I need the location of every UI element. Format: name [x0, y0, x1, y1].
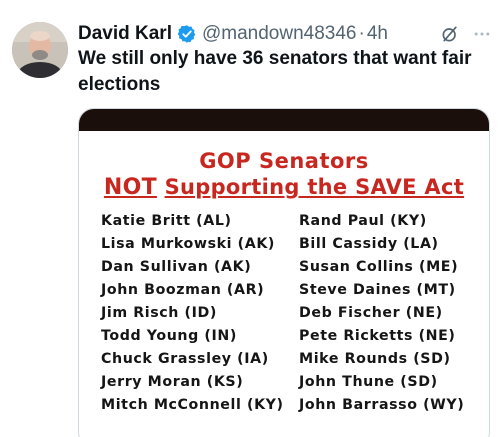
senator-name: John Barrasso (WY) [299, 397, 465, 413]
senator-name: Susan Collins (ME) [299, 259, 459, 275]
senator-name: Katie Britt (AL) [101, 213, 232, 229]
more-options-icon[interactable] [472, 24, 492, 44]
senator-name: Jim Risch (ID) [101, 305, 217, 321]
author-handle[interactable]: @mandown48346 [202, 23, 357, 45]
senator-name: Deb Fischer (NE) [299, 305, 443, 321]
senator-name: Rand Paul (KY) [299, 213, 427, 229]
senator-name: Todd Young (IN) [101, 328, 237, 344]
tweet-image[interactable]: GOP Senators NOT Supporting the SAVE Act… [78, 108, 490, 437]
graphic-title: GOP Senators [199, 149, 369, 173]
avatar[interactable] [12, 22, 68, 78]
image-top-bar [79, 109, 489, 131]
senator-name: Mitch McConnell (KY) [101, 397, 284, 413]
graphic-subtitle-not: NOT [103, 175, 157, 200]
senator-list-left: Katie Britt (AL) Lisa Murkowski (AK) Dan… [101, 210, 284, 417]
senator-name: Lisa Murkowski (AK) [101, 236, 276, 252]
senator-list-right: Rand Paul (KY) Bill Cassidy (LA) Susan C… [299, 210, 464, 417]
tweet-text: We still only have 36 senators that want… [78, 48, 472, 95]
senator-name: John Thune (SD) [299, 374, 438, 390]
author-name[interactable]: David Karl [78, 23, 172, 45]
senator-name: Dan Sullivan (AK) [101, 259, 252, 275]
senator-name: John Boozman (AR) [101, 282, 265, 298]
senator-name: Steve Daines (MT) [299, 282, 456, 298]
senator-name: Pete Ricketts (NE) [299, 328, 456, 344]
verified-badge-icon [177, 24, 197, 44]
senator-name: Jerry Moran (KS) [101, 374, 244, 390]
senator-name: Mike Rounds (SD) [299, 351, 451, 367]
graphic-subtitle-rest: Supporting the SAVE Act [164, 175, 465, 199]
senator-name: Chuck Grassley (IA) [101, 351, 269, 367]
separator-dot: · [358, 23, 365, 44]
senator-name: Bill Cassidy (LA) [299, 236, 439, 252]
grok-icon[interactable] [440, 24, 460, 44]
tweet-header: David Karl @mandown48346 · 4h [78, 22, 492, 46]
timestamp[interactable]: 4h [367, 23, 388, 45]
graphic-subtitle: NOT Supporting the SAVE Act [79, 175, 489, 200]
